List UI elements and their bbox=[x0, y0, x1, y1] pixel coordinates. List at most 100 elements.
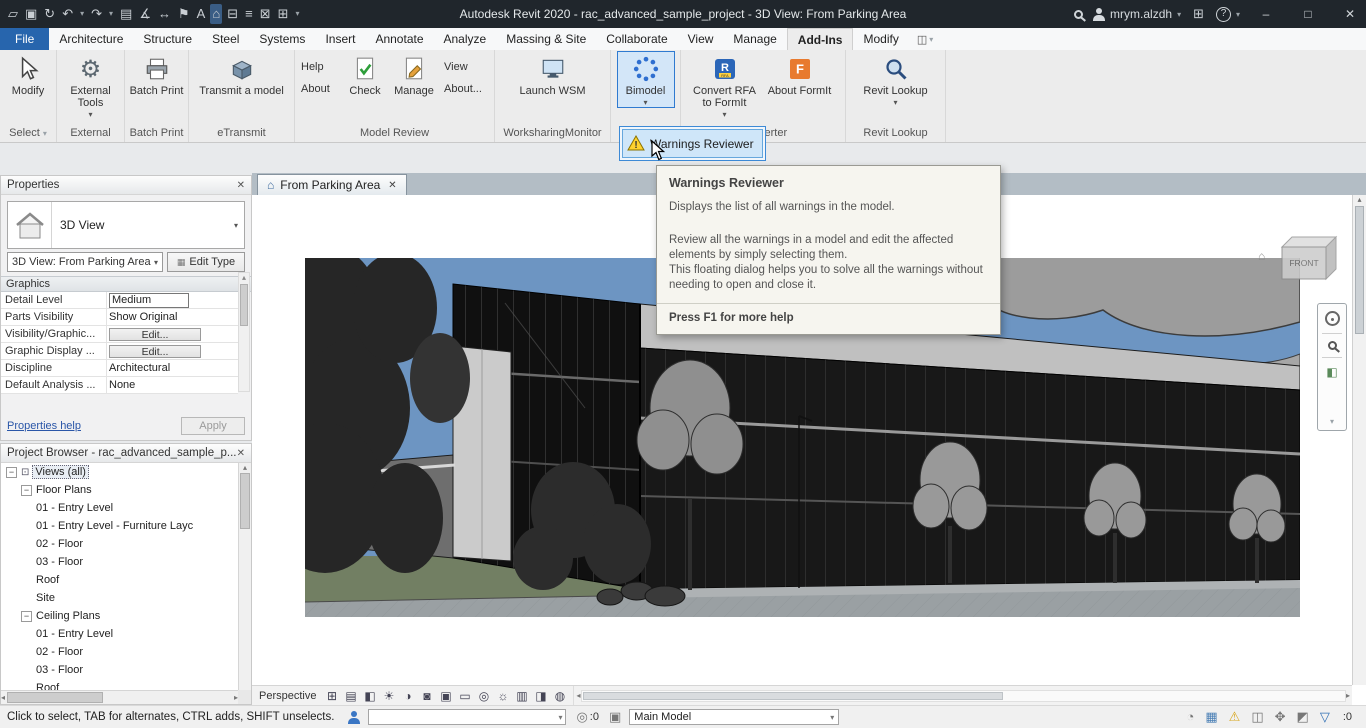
manage-button[interactable]: Manage bbox=[390, 52, 438, 97]
modify-button[interactable]: Modify bbox=[5, 52, 51, 97]
tree-item-02-floor[interactable]: 02 - Floor bbox=[1, 535, 238, 553]
tree-collapse-icon[interactable]: − bbox=[6, 467, 17, 478]
project-browser-close-icon[interactable]: ✕ bbox=[237, 448, 245, 459]
canvas-hscroll-right-icon[interactable]: ▸ bbox=[1346, 691, 1350, 700]
minimize-button[interactable]: – bbox=[1250, 0, 1282, 28]
switch-windows-icon[interactable]: ⊞ bbox=[276, 4, 291, 24]
open-file-icon[interactable]: ▱ bbox=[6, 4, 20, 24]
section-icon[interactable]: ⊟ bbox=[225, 4, 240, 24]
perspective-label[interactable]: Perspective bbox=[259, 690, 316, 702]
tree-item-label[interactable]: 03 - Floor bbox=[36, 556, 83, 568]
aligned-dimension-icon[interactable]: ↔ bbox=[156, 4, 173, 24]
view-button[interactable]: View bbox=[441, 60, 491, 74]
about-formit-button[interactable]: F About FormIt bbox=[763, 52, 837, 97]
browser-vscrollbar[interactable]: ▴ bbox=[238, 463, 251, 690]
tab-annotate[interactable]: Annotate bbox=[365, 28, 433, 50]
worksharing-status-icon[interactable]: ▦ bbox=[1205, 709, 1217, 725]
tree-item-label[interactable]: 03 - Floor bbox=[36, 664, 83, 676]
canvas-vscrollbar[interactable]: ▴ bbox=[1352, 195, 1366, 685]
app-store-icon[interactable]: ⊞ bbox=[1191, 4, 1206, 24]
tree-item-label[interactable]: Ceiling Plans bbox=[36, 610, 100, 622]
tree-item-01-entry-level[interactable]: 01 - Entry Level bbox=[1, 625, 238, 643]
shadows-icon[interactable]: ◑ bbox=[400, 689, 415, 703]
properties-header[interactable]: Properties ✕ bbox=[1, 176, 251, 195]
undo-menu-icon[interactable]: ▾ bbox=[78, 4, 86, 24]
tab-massing-site[interactable]: Massing & Site bbox=[496, 28, 596, 50]
default-3d-view-icon[interactable]: ⌂ bbox=[210, 4, 222, 24]
property-value-visibility-graphic[interactable]: Edit... bbox=[107, 326, 238, 342]
property-value-graphic-display[interactable]: Edit... bbox=[107, 343, 238, 359]
revit-lookup-button[interactable]: Revit Lookup ▾ bbox=[863, 52, 929, 107]
canvas-hscrollbar-thumb[interactable] bbox=[583, 692, 1003, 700]
exclude-options-icon[interactable]: ◩ bbox=[1297, 709, 1309, 725]
tab-systems[interactable]: Systems bbox=[249, 28, 315, 50]
tab-architecture[interactable]: Architecture bbox=[49, 28, 133, 50]
view-tab[interactable]: ⌂ From Parking Area ✕ bbox=[257, 174, 407, 195]
properties-scrollbar-thumb[interactable] bbox=[240, 284, 248, 326]
tree-item-label[interactable]: Floor Plans bbox=[36, 484, 92, 496]
redo-icon[interactable]: ↷ bbox=[89, 4, 104, 24]
tree-item-01-entry-level-furniture-layc[interactable]: 01 - Entry Level - Furniture Layc bbox=[1, 517, 238, 535]
tree-item-label[interactable]: Site bbox=[36, 592, 55, 604]
tree-item-roof[interactable]: Roof bbox=[1, 571, 238, 589]
property-value-discipline[interactable]: Architectural bbox=[107, 360, 238, 376]
tree-item-03-floor[interactable]: 03 - Floor bbox=[1, 553, 238, 571]
tree-item-01-entry-level[interactable]: 01 - Entry Level bbox=[1, 499, 238, 517]
tree-item-floor-plans[interactable]: −Floor Plans bbox=[1, 481, 238, 499]
tree-item-02-floor[interactable]: 02 - Floor bbox=[1, 643, 238, 661]
panel-label-select[interactable]: Select ▾ bbox=[0, 125, 56, 142]
reveal-hidden-elements-icon[interactable]: ☼ bbox=[495, 689, 510, 703]
edit-type-button[interactable]: ▦ Edit Type bbox=[167, 252, 245, 272]
apply-button[interactable]: Apply bbox=[181, 417, 245, 435]
search-icon[interactable] bbox=[1074, 10, 1083, 19]
tree-collapse-icon[interactable]: − bbox=[21, 611, 32, 622]
maximize-button[interactable]: □ bbox=[1292, 0, 1324, 28]
render-icon[interactable]: ◙ bbox=[419, 689, 434, 703]
text-icon[interactable]: A bbox=[195, 4, 208, 24]
tab-file[interactable]: File bbox=[0, 28, 49, 50]
worksharing-display-icon[interactable]: ▥ bbox=[514, 689, 529, 703]
graphics-section-header[interactable]: Graphics ▴ bbox=[1, 276, 251, 292]
detail-level-icon[interactable]: ▤ bbox=[343, 689, 358, 703]
properties-help-link[interactable]: Properties help bbox=[7, 420, 81, 432]
analysis-display-icon[interactable]: ◍ bbox=[552, 689, 567, 703]
warnings-status-icon[interactable]: ⚠ bbox=[1229, 709, 1241, 725]
tree-item-label[interactable]: 02 - Floor bbox=[36, 538, 83, 550]
tree-item-site[interactable]: Site bbox=[1, 589, 238, 607]
save-icon[interactable]: ▣ bbox=[23, 4, 39, 24]
show-crop-icon[interactable]: ▭ bbox=[457, 689, 472, 703]
editable-elements-icon[interactable]: ◎ bbox=[576, 709, 587, 725]
edit-button[interactable]: Edit... bbox=[109, 328, 201, 341]
tab-manage[interactable]: Manage bbox=[723, 28, 786, 50]
tree-item-label[interactable]: Roof bbox=[36, 574, 59, 586]
about-more-button[interactable]: About... bbox=[441, 82, 491, 96]
filter-icon[interactable]: ▽ bbox=[1320, 709, 1330, 725]
project-browser-header[interactable]: Project Browser - rac_advanced_sample_p.… bbox=[1, 444, 251, 463]
property-value-parts-visibility[interactable]: Show Original bbox=[107, 309, 238, 325]
tab-modify[interactable]: Modify bbox=[853, 28, 908, 50]
browser-hscrollbar-thumb[interactable] bbox=[7, 692, 103, 703]
transmit-model-button[interactable]: Transmit a model bbox=[195, 52, 289, 97]
tab-analyze[interactable]: Analyze bbox=[434, 28, 497, 50]
tree-item-03-floor[interactable]: 03 - Floor bbox=[1, 661, 238, 679]
view-cube[interactable]: ⌂ FRONT bbox=[1258, 233, 1342, 285]
worksets-icon[interactable] bbox=[348, 711, 360, 724]
help-button[interactable]: Help bbox=[298, 60, 340, 74]
external-tools-button[interactable]: ⚙ External Tools ▾ bbox=[64, 52, 118, 119]
visual-style-icon[interactable]: ◧ bbox=[362, 689, 377, 703]
customize-qat-icon[interactable]: ▾ bbox=[294, 4, 302, 24]
convert-rfa-button[interactable]: RRFA Convert RFA to FormIt ▾ bbox=[690, 52, 760, 119]
tree-item-roof[interactable]: Roof bbox=[1, 679, 238, 690]
tab-structure[interactable]: Structure bbox=[133, 28, 202, 50]
sun-settings-icon[interactable]: ☀ bbox=[381, 689, 396, 703]
redo-menu-icon[interactable]: ▾ bbox=[107, 4, 115, 24]
press-drag-icon[interactable]: ✥ bbox=[1275, 709, 1286, 725]
crop-view-icon[interactable]: ▣ bbox=[438, 689, 453, 703]
canvas-hscrollbar[interactable]: ◂▸ bbox=[573, 686, 1352, 705]
browser-vscrollbar-thumb[interactable] bbox=[240, 473, 250, 529]
design-option-combo[interactable]: Main Model ▾ bbox=[629, 709, 839, 725]
tree-item-label[interactable]: 02 - Floor bbox=[36, 646, 83, 658]
warnings-reviewer-menu-item[interactable]: ! Warnings Reviewer bbox=[622, 129, 763, 158]
canvas-vscrollbar-thumb[interactable] bbox=[1355, 206, 1364, 334]
thin-lines-icon[interactable]: ≡ bbox=[243, 4, 255, 24]
